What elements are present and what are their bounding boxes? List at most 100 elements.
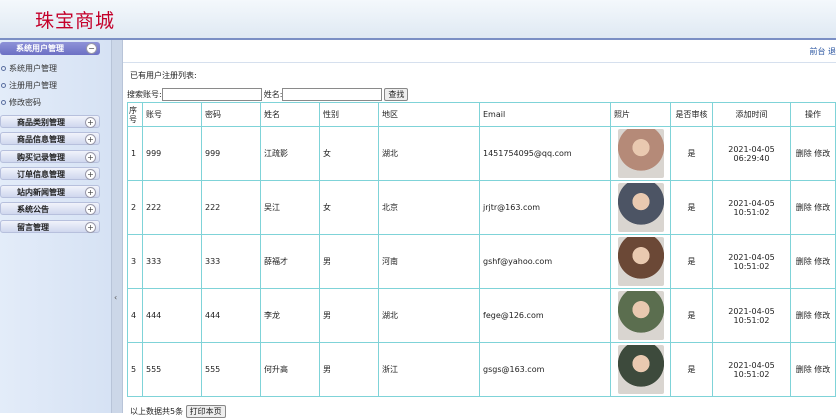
password-cell: 999 [201,126,261,181]
table-row: 3 333 333 薛福才男河南 gshf@yahoo.com 是 2021-04-05 10… [127,234,836,289]
name-cell: 薛福才 [260,234,320,289]
expand-icon[interactable]: + [85,222,96,233]
menu-group-label: 留言管理 [17,223,49,232]
content-nav-bar: 前台 退 [123,40,836,63]
menu-group-category[interactable]: 商品类别管理 + [0,115,100,128]
expand-icon[interactable]: + [85,204,96,215]
search-bar: 搜索账号: 姓名: 查找 [127,88,409,101]
account-cell: 222 [142,180,202,235]
record-count: 以上数据共5条 [130,407,184,416]
account-search-label: 搜索账号: [127,90,162,99]
delete-link[interactable]: 删除 [796,257,812,266]
actions-cell: 删除 修改 [790,288,836,343]
collapse-icon[interactable]: − [86,43,97,54]
print-button[interactable]: 打印本页 [185,405,226,418]
row-number: 1 [127,126,143,181]
col-header: 账号 [142,102,202,127]
region-cell: 北京 [378,180,480,235]
email-cell: fege@126.com [479,288,611,343]
col-header: 照片 [610,102,671,127]
email-cell: gshf@yahoo.com [479,234,611,289]
email-cell: jrjtr@163.com [479,180,611,235]
menu-group-orders[interactable]: 订单信息管理 + [0,167,100,180]
col-header: 密码 [201,102,261,127]
menu-group-label: 购买记录管理 [17,153,65,162]
col-header: 序号 [127,102,143,127]
delete-link[interactable]: 删除 [796,311,812,320]
frontend-logout-link[interactable]: 前台 退 [809,46,836,57]
search-button[interactable]: 查找 [384,88,409,101]
bullet-icon [1,100,6,105]
edit-link[interactable]: 修改 [814,149,830,158]
menu-group-label: 商品类别管理 [17,118,65,127]
expand-icon[interactable]: + [85,134,96,145]
subitem-label: 修改密码 [9,98,41,107]
table-row: 5 555 555 何升高男浙江 gsgs@163.com 是 2021-04-05 10:5… [127,342,836,397]
menu-group-messages[interactable]: 留言管理 + [0,220,100,233]
approved-cell: 是 [670,234,713,289]
photo-cell [610,342,671,397]
user-photo [617,183,664,232]
menu-group-products[interactable]: 商品信息管理 + [0,132,100,145]
edit-link[interactable]: 修改 [814,203,830,212]
row-number: 2 [127,180,143,235]
table-row: 1 999 999 江疏影女湖北 1451754095@qq.com 是 2021-04-0… [127,126,836,181]
sidebar: 系统用户管理 − 系统用户管理 注册用户管理 修改密码 商品类别管理 + 商品信息… [0,40,111,413]
delete-link[interactable]: 删除 [796,365,812,374]
delete-link[interactable]: 删除 [796,203,812,212]
name-cell: 江疏影 [260,126,320,181]
subitem-label: 注册用户管理 [9,81,57,90]
sidebar-splitter[interactable]: ‹ [111,40,123,413]
edit-link[interactable]: 修改 [814,257,830,266]
actions-cell: 删除 修改 [790,180,836,235]
menu-group-system-users[interactable]: 系统用户管理 − [0,42,100,55]
password-cell: 333 [201,234,261,289]
list-title: 已有用户注册列表: [130,71,197,80]
region-cell: 湖北 [378,288,480,343]
col-header: 操作 [790,102,836,127]
approved-cell: 是 [670,180,713,235]
photo-cell [610,180,671,235]
table-header-row: 序号 账号 密码 姓名 性别 地区 Email 照片 是否审核 添加时间 操作 [127,102,836,127]
approved-cell: 是 [670,126,713,181]
table-footer: 以上数据共5条 打印本页 [130,405,226,418]
menu-group-notice[interactable]: 系统公告 + [0,202,100,215]
added-time-cell: 2021-04-05 10:51:02 [712,234,791,289]
delete-link[interactable]: 删除 [796,149,812,158]
gender-cell: 男 [319,342,379,397]
expand-icon[interactable]: + [85,187,96,198]
added-time-cell: 2021-04-05 10:51:02 [712,180,791,235]
user-photo [617,237,664,286]
approved-cell: 是 [670,342,713,397]
added-time: 10:51:02 [733,261,770,271]
account-cell: 444 [142,288,202,343]
approved-cell: 是 [670,288,713,343]
expand-icon[interactable]: + [85,117,96,128]
photo-cell [610,234,671,289]
subitem-registered-users[interactable]: 注册用户管理 [1,80,57,91]
expand-icon[interactable]: + [85,152,96,163]
menu-group-purchases[interactable]: 购买记录管理 + [0,150,100,163]
col-header: 地区 [378,102,480,127]
added-date: 2021-04-05 [728,144,775,154]
gender-cell: 男 [319,234,379,289]
user-photo [617,291,664,340]
expand-icon[interactable]: + [85,169,96,180]
name-search-input[interactable] [282,88,383,101]
row-number: 3 [127,234,143,289]
email-cell: 1451754095@qq.com [479,126,611,181]
edit-link[interactable]: 修改 [814,311,830,320]
added-date: 2021-04-05 [728,198,775,208]
name-cell: 何升高 [260,342,320,397]
added-date: 2021-04-05 [728,360,775,370]
col-header: 是否审核 [670,102,713,127]
edit-link[interactable]: 修改 [814,365,830,374]
account-search-input[interactable] [161,88,262,101]
users-table: 序号 账号 密码 姓名 性别 地区 Email 照片 是否审核 添加时间 操作 … [127,102,836,397]
menu-group-news[interactable]: 站内新闻管理 + [0,185,100,198]
region-cell: 湖北 [378,126,480,181]
subitem-change-password[interactable]: 修改密码 [1,97,41,108]
collapse-arrow-icon[interactable]: ‹ [114,293,117,302]
password-cell: 555 [201,342,261,397]
subitem-system-users[interactable]: 系统用户管理 [1,63,57,74]
